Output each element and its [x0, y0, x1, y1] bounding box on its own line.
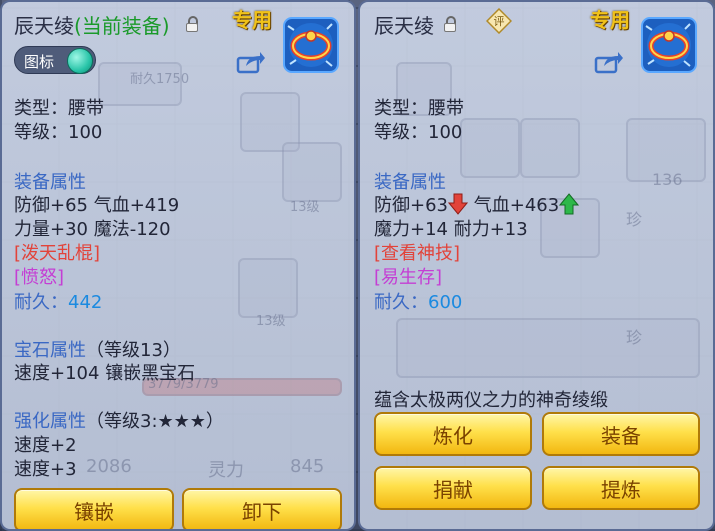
rate-badge-icon[interactable]: 评	[486, 8, 512, 34]
belt-item-icon[interactable]	[282, 16, 340, 74]
bg-ghost-label: 2086	[86, 456, 132, 477]
belt-item-icon[interactable]	[640, 16, 698, 74]
item-name: 辰天绫	[14, 14, 74, 38]
special-skill: [泼天乱棍]	[14, 243, 101, 264]
attr-def: 防御+63	[374, 195, 448, 216]
enhance-line-2: 速度+3	[14, 459, 77, 480]
bg-ghost-label: 13级	[290, 200, 320, 215]
bg-ghost-label: 灵力	[208, 460, 244, 481]
share-icon[interactable]	[236, 50, 266, 74]
extract-button[interactable]: 提炼	[542, 466, 700, 510]
durability-value: 600	[428, 292, 463, 313]
icon-toggle-label: 图标	[24, 53, 55, 71]
attr-line-2: 魔力+14 耐力+13	[374, 219, 528, 240]
durability-value: 442	[68, 292, 103, 313]
donate-button[interactable]: 捐献	[374, 466, 532, 510]
lock-icon[interactable]	[444, 16, 456, 32]
item-name: 辰天绫	[374, 14, 434, 38]
rate-badge-text: 评	[494, 15, 505, 28]
refine-button[interactable]: 炼化	[374, 412, 532, 456]
lock-icon[interactable]	[186, 16, 198, 32]
attr-line-2: 力量+30 魔法-120	[14, 219, 171, 240]
up-arrow-icon	[559, 193, 580, 215]
icon-toggle[interactable]: 图标	[14, 46, 96, 74]
gem-level: （等级13）	[86, 340, 181, 361]
gem-header: 宝石属性	[14, 340, 86, 361]
bg-ghost-label: 845	[290, 456, 325, 477]
current-equipment-panel: 耐久1750 13级 13级 3779/3779 2086 灵力 845 辰天绫…	[0, 0, 356, 531]
attr-hp: 气血+463	[473, 195, 560, 216]
bg-slot	[282, 142, 342, 202]
unequip-button[interactable]: 卸下	[182, 488, 342, 529]
bg-slot	[396, 318, 700, 378]
equip-button[interactable]: 装备	[542, 412, 700, 456]
enhance-line-1: 速度+2	[14, 435, 77, 456]
bg-ghost-label: 13级	[256, 314, 286, 329]
exclusive-badge: 专用	[232, 8, 272, 32]
durability: 耐久：600	[374, 288, 462, 314]
bg-ghost-label: 珍	[626, 328, 643, 347]
enhance-attr-header: 强化属性（等级3:★★★）	[14, 407, 224, 433]
gem-line: 速度+104 镶嵌黑宝石	[14, 363, 196, 384]
attr-line-1: 防御+63 气血+463	[374, 191, 580, 217]
item-type: 类型：腰带	[14, 98, 104, 119]
enhance-header: 强化属性	[14, 411, 86, 432]
special-effect: [易生存]	[374, 267, 443, 288]
item-title: 辰天绫(当前装备)	[14, 10, 170, 39]
item-level: 等级：100	[374, 122, 463, 143]
special-effect: [愤怒]	[14, 267, 65, 288]
compare-equipment-panel: 136 珍 珍 辰天绫 评 专用 类型：腰带 等级：100 装备属性 防御+63…	[358, 0, 715, 531]
exclusive-badge: 专用	[590, 8, 630, 32]
bg-slot	[520, 118, 580, 178]
item-level: 等级：100	[14, 122, 103, 143]
inlay-button[interactable]: 镶嵌	[14, 488, 174, 529]
bg-ghost-label: 耐久1750	[130, 72, 190, 87]
durability-label: 耐久：	[374, 292, 428, 313]
special-skill-link[interactable]: [查看神技]	[374, 239, 460, 265]
item-type: 类型：腰带	[374, 98, 464, 119]
durability: 耐久：442	[14, 288, 102, 314]
bg-ghost-label: 珍	[626, 210, 643, 229]
down-arrow-icon	[448, 193, 468, 215]
share-icon[interactable]	[594, 50, 624, 74]
bg-ghost-label: 136	[652, 170, 683, 189]
toggle-knob	[67, 48, 93, 74]
bg-slot	[238, 258, 298, 318]
durability-label: 耐久：	[14, 292, 68, 313]
attr-line-1: 防御+65 气血+419	[14, 195, 180, 216]
enhance-level: （等级3:★★★）	[86, 411, 224, 432]
bg-slot	[460, 118, 520, 178]
item-description: 蕴含太极两仪之力的神奇绫缎	[374, 390, 608, 411]
equipped-tag: (当前装备)	[74, 14, 170, 38]
